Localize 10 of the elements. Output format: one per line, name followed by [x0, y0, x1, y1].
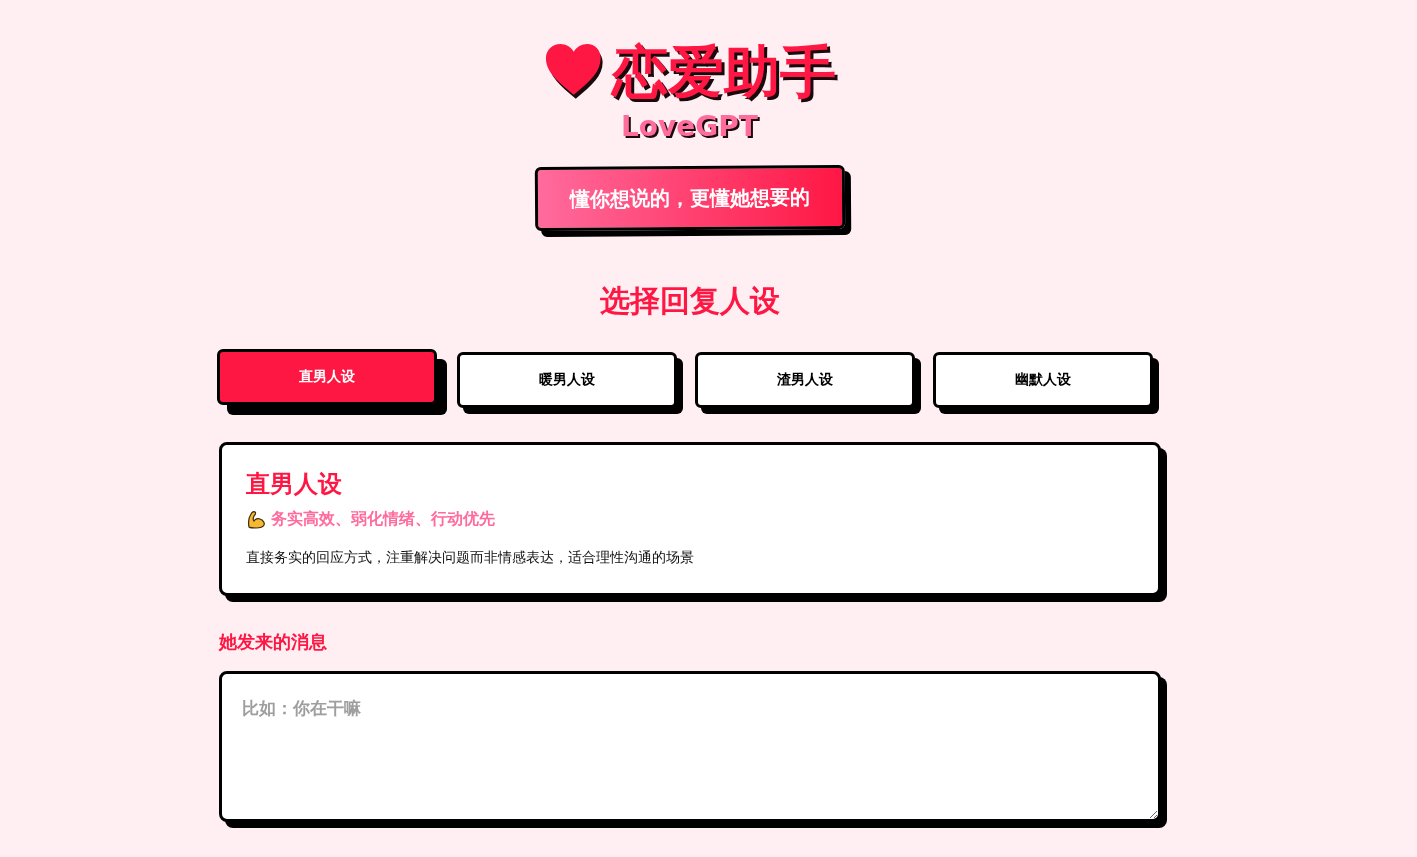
- flexed-arm-icon: [245, 509, 266, 529]
- message-input[interactable]: 比如：你在干嘛: [218, 671, 1161, 822]
- persona-description: 直接务实的回应方式，注重解决问题而非情感表达，适合理性沟通的场景: [245, 548, 694, 567]
- app-subtitle: LoveGPT: [621, 110, 758, 144]
- message-label: 她发来的消息: [218, 630, 327, 654]
- app-title: 恋爱助手: [611, 38, 836, 106]
- persona-traits: 务实高效、弱化情绪、行动优先: [270, 508, 495, 530]
- heart-icon: [543, 43, 606, 101]
- persona-title: 直男人设: [245, 469, 342, 500]
- section-heading: 选择回复人设: [599, 282, 780, 320]
